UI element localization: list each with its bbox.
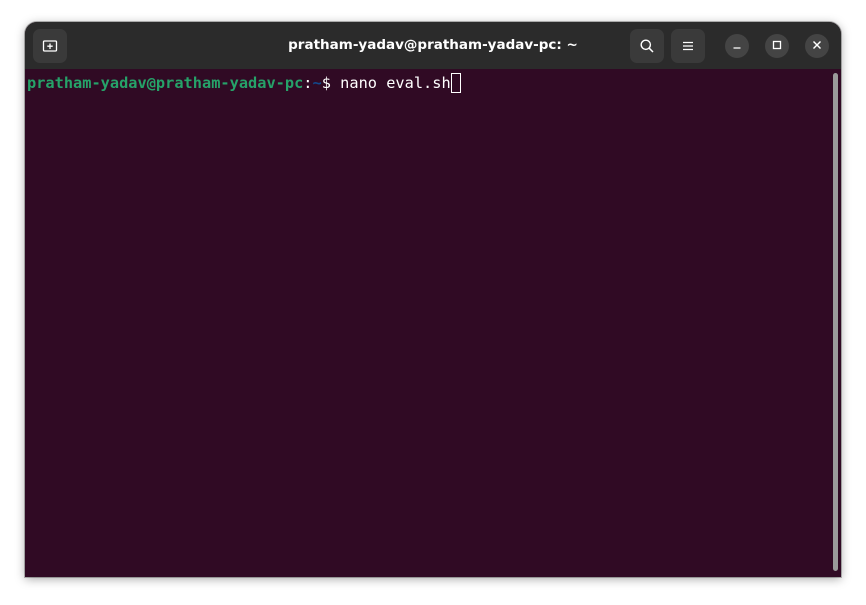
prompt-colon: :	[303, 74, 313, 92]
maximize-button[interactable]	[765, 34, 789, 58]
terminal-area[interactable]: pratham-yadav@pratham-yadav-pc:~$ nano e…	[25, 69, 841, 577]
window-title: pratham-yadav@pratham-yadav-pc: ~	[288, 37, 578, 53]
hamburger-menu-icon	[681, 39, 695, 53]
new-tab-icon	[42, 38, 58, 54]
prompt-path: ~	[312, 74, 322, 92]
close-icon	[812, 37, 822, 55]
terminal-window: pratham-yadav@pratham-yadav-pc: ~ pratha…	[25, 22, 841, 577]
scrollbar[interactable]	[833, 73, 838, 571]
prompt-symbol: $	[321, 74, 341, 92]
titlebar[interactable]: pratham-yadav@pratham-yadav-pc: ~	[25, 22, 841, 69]
command-text: nano eval.sh	[340, 74, 451, 92]
text-cursor	[450, 73, 461, 93]
search-icon	[639, 38, 655, 54]
minimize-button[interactable]	[725, 34, 749, 58]
search-button[interactable]	[630, 29, 664, 63]
close-button[interactable]	[805, 34, 829, 58]
new-tab-button[interactable]	[33, 29, 67, 63]
menu-button[interactable]	[671, 29, 705, 63]
maximize-icon	[772, 37, 782, 55]
prompt-line: pratham-yadav@pratham-yadav-pc:~$ nano e…	[27, 72, 461, 94]
prompt-user-host: pratham-yadav@pratham-yadav-pc	[27, 74, 304, 92]
minimize-icon	[732, 37, 742, 55]
